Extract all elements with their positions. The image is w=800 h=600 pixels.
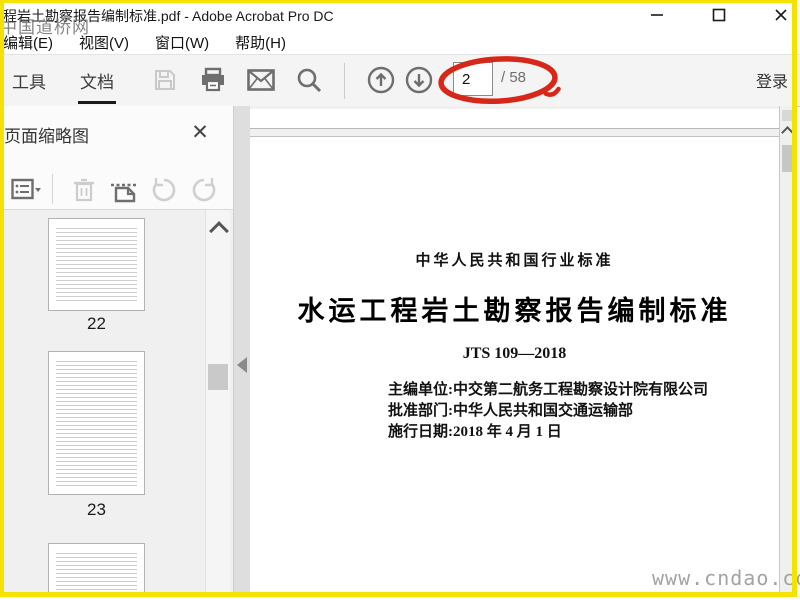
doc-info-line: 主编单位:中交第二航务工程勘察设计院有限公司 [388, 382, 708, 398]
email-button[interactable] [246, 65, 276, 95]
tab-document[interactable]: 文档 [78, 68, 116, 104]
pdf-page-2: 中华人民共和国行业标准 水运工程岩土勘察报告编制标准 JTS 109—2018 … [250, 136, 779, 592]
rotate-left-button[interactable] [148, 174, 180, 206]
page-1-bottom-edge [250, 109, 779, 129]
toolbar-divider [344, 63, 345, 99]
doc-info-line: 施行日期:2018 年 4 月 1 日 [388, 424, 562, 440]
collapse-panel-icon[interactable] [237, 357, 247, 373]
minimize-button[interactable] [648, 6, 666, 24]
next-page-button[interactable] [404, 65, 434, 95]
close-icon [775, 9, 787, 21]
save-icon [155, 70, 175, 90]
doc-info-block: 主编单位:中交第二航务工程勘察设计院有限公司 批准部门:中华人民共和国交通运输部… [388, 380, 708, 443]
page-number-input[interactable] [453, 62, 493, 96]
trash-icon [74, 178, 94, 202]
scroll-up-icon[interactable] [209, 221, 229, 241]
thumbnail-page-22[interactable] [48, 218, 145, 311]
menu-help[interactable]: 帮助(H) [222, 32, 299, 53]
main-toolbar: 工具 文档 2 / 58 登录 [0, 55, 800, 107]
document-scrollbar-thumb[interactable] [782, 145, 794, 172]
previous-page-button[interactable] [366, 65, 396, 95]
menu-window[interactable]: 窗口(W) [142, 32, 222, 53]
thumbnail-label: 22 [87, 314, 106, 333]
thumbnail-scrollbar[interactable] [205, 210, 230, 592]
scroll-up-icon[interactable] [781, 126, 794, 139]
split-pages-button[interactable] [108, 174, 140, 206]
panel-options-icon [11, 178, 41, 200]
print-button[interactable] [198, 65, 228, 95]
document-scrollbar[interactable] [779, 106, 795, 592]
thumbnail-scrollbar-thumb[interactable] [208, 364, 228, 390]
search-button[interactable] [294, 65, 324, 95]
doc-title: 水运工程岩土勘察报告编制标准 [297, 296, 732, 326]
doc-standard-number: JTS 109—2018 [462, 345, 567, 362]
email-icon [247, 69, 275, 91]
split-page-icon [111, 183, 137, 203]
rotate-right-button[interactable] [188, 174, 220, 206]
print-icon [202, 67, 224, 92]
acrobat-window: 程岩土勘察报告编制标准.pdf - Adobe Acrobat Pro DC 中… [0, 0, 800, 600]
doc-info-line: 批准部门:中华人民共和国交通运输部 [388, 403, 633, 419]
page-down-icon [405, 66, 433, 94]
scrollbar-top-block [782, 110, 795, 121]
panel-splitter[interactable] [233, 106, 251, 592]
panel-title: 页面缩略图 [4, 127, 89, 146]
site-watermark-top: 中国道桥网 [0, 18, 90, 37]
search-icon [297, 68, 322, 93]
rotate-cw-icon [192, 178, 216, 202]
thumbnail-content [56, 553, 137, 592]
delete-pages-button[interactable] [68, 174, 100, 206]
panel-close-button[interactable]: ✕ [186, 118, 214, 146]
thumbnail-list: 22 23 [4, 210, 233, 592]
panel-options-button[interactable] [10, 174, 42, 206]
thumbnail-label: 23 [87, 500, 106, 519]
sign-in-button[interactable]: 登录 [756, 68, 788, 92]
save-button[interactable] [150, 65, 180, 95]
menu-bar: 编辑(E) 视图(V) 窗口(W) 帮助(H) [0, 30, 800, 55]
thumbnail-content [56, 361, 137, 487]
maximize-icon [712, 8, 726, 22]
rotate-ccw-icon [152, 178, 176, 202]
page-up-icon [367, 66, 395, 94]
minimize-icon [651, 14, 663, 16]
panel-toolbar-divider [52, 174, 53, 204]
page-total-label: / 58 [501, 69, 527, 86]
highlight-frame-bottom [0, 592, 797, 597]
document-viewport[interactable]: 中华人民共和国行业标准 水运工程岩土勘察报告编制标准 JTS 109—2018 … [250, 106, 779, 592]
tab-tools[interactable]: 工具 [12, 68, 46, 93]
close-button[interactable] [772, 6, 790, 24]
thumbnail-content [56, 228, 137, 303]
panel-toolbar [4, 166, 233, 214]
site-watermark-bottom: www.cndao.com [652, 566, 800, 590]
maximize-button[interactable] [710, 6, 728, 24]
thumbnails-panel: 页面缩略图 ✕ 22 23 [4, 106, 233, 592]
thumbnail-page-24[interactable] [48, 543, 145, 592]
thumbnail-page-23[interactable] [48, 351, 145, 495]
doc-heading-small: 中华人民共和国行业标准 [415, 253, 614, 269]
title-bar: 程岩土勘察报告编制标准.pdf - Adobe Acrobat Pro DC [0, 0, 800, 30]
